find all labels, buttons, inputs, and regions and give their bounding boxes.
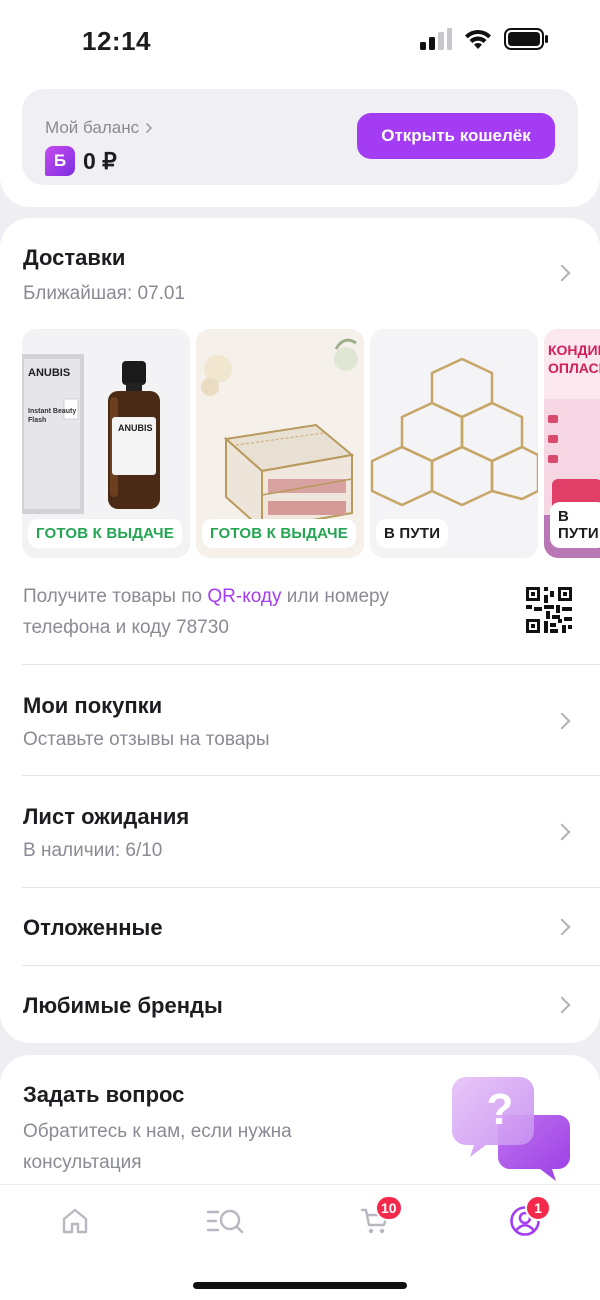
status-badge: В ПУТИ xyxy=(550,502,600,548)
tab-profile[interactable]: 1 xyxy=(495,1195,555,1241)
status-badge: ГОТОВ К ВЫДАЧЕ xyxy=(202,519,356,548)
chevron-right-icon xyxy=(146,122,153,134)
balance-currency-icon: Б xyxy=(45,146,75,176)
ask-question-title: Задать вопрос xyxy=(23,1082,185,1107)
qr-text-before: Получите товары по xyxy=(23,586,208,607)
home-indicator xyxy=(193,1282,407,1289)
open-wallet-button[interactable]: Открыть кошелёк xyxy=(357,113,555,159)
signal-icon xyxy=(420,28,452,50)
balance-row: Б 0 ₽ xyxy=(45,146,117,176)
balance-card[interactable]: Мой баланс Б 0 ₽ Открыть кошелёк xyxy=(22,89,578,185)
product-text: Instant Beauty Flash xyxy=(28,408,77,424)
menu-row-title: Мои покупки xyxy=(23,693,163,718)
qr-code-link[interactable]: QR-коду xyxy=(207,586,281,607)
menu-row-purchases[interactable]: Мои покупки Оставьте отзывы на товары xyxy=(0,665,600,775)
delivery-products: ANUBIS ANUBIS Instant Beauty Flash ГОТОВ… xyxy=(22,329,600,558)
balance-label-text: Мой баланс xyxy=(45,118,140,137)
menu-row-title: Отложенные xyxy=(23,915,163,940)
menu-row-favorite-brands[interactable]: Любимые бренды xyxy=(0,966,600,1043)
balance-value: 0 ₽ xyxy=(83,147,117,174)
balance-section: Мой баланс Б 0 ₽ Открыть кошелёк xyxy=(0,80,600,207)
profile-badge: 1 xyxy=(525,1195,551,1221)
menu-row-waitlist[interactable]: Лист ожидания В наличии: 6/10 xyxy=(0,776,600,887)
status-icons xyxy=(420,28,548,50)
wifi-icon xyxy=(465,29,491,49)
chevron-right-icon xyxy=(553,264,571,282)
chevron-right-icon xyxy=(553,823,571,841)
chevron-right-icon xyxy=(553,996,571,1014)
balance-label[interactable]: Мой баланс xyxy=(45,118,153,138)
battery-icon xyxy=(504,28,548,50)
tab-cart[interactable]: 10 xyxy=(345,1195,405,1241)
chevron-right-icon xyxy=(553,918,571,936)
tab-catalog[interactable] xyxy=(195,1201,255,1241)
status-bar: 12:14 xyxy=(0,0,600,80)
home-icon xyxy=(62,1208,88,1234)
deliveries-subtitle: Ближайшая: 07.01 xyxy=(23,283,186,304)
qr-instructions: Получите товары по QR-коду или номеру те… xyxy=(23,581,463,643)
chevron-right-icon xyxy=(553,712,571,730)
deliveries-row[interactable]: Доставки Ближайшая: 07.01 xyxy=(0,218,600,318)
menu-row-postponed[interactable]: Отложенные xyxy=(0,888,600,965)
status-badge: В ПУТИ xyxy=(376,519,449,548)
product-text: КОНДИЦ ОПЛАСК xyxy=(548,342,600,376)
main-card: Доставки Ближайшая: 07.01 ANUBIS ANUBIS … xyxy=(0,218,600,1043)
qr-code-icon[interactable] xyxy=(526,587,572,633)
menu-row-subtitle: В наличии: 6/10 xyxy=(23,840,163,861)
menu-row-subtitle: Оставьте отзывы на товары xyxy=(23,729,270,750)
status-badge: ГОТОВ К ВЫДАЧЕ xyxy=(28,519,182,548)
status-time: 12:14 xyxy=(82,26,151,56)
delivery-product-card[interactable]: ANUBIS ANUBIS Instant Beauty Flash ГОТОВ… xyxy=(22,329,190,558)
ask-question-subtitle: Обратитесь к нам, если нужна консультаци… xyxy=(23,1121,292,1173)
cart-badge: 10 xyxy=(375,1195,403,1221)
tab-home[interactable] xyxy=(45,1201,105,1241)
question-mark-icon: ? xyxy=(486,1085,514,1134)
delivery-product-card[interactable]: ГОТОВ К ВЫДАЧЕ xyxy=(196,329,364,558)
menu-row-title: Лист ожидания xyxy=(23,804,190,829)
delivery-product-card[interactable]: КОНДИЦ ОПЛАСК В ПУТИ xyxy=(544,329,600,558)
menu-row-title: Любимые бренды xyxy=(23,993,223,1018)
product-brand-right: ANUBIS xyxy=(118,423,153,433)
product-brand-left: ANUBIS xyxy=(28,367,71,379)
deliveries-title: Доставки xyxy=(23,245,126,270)
catalog-search-icon xyxy=(206,1209,244,1234)
delivery-product-card[interactable]: В ПУТИ xyxy=(370,329,538,558)
